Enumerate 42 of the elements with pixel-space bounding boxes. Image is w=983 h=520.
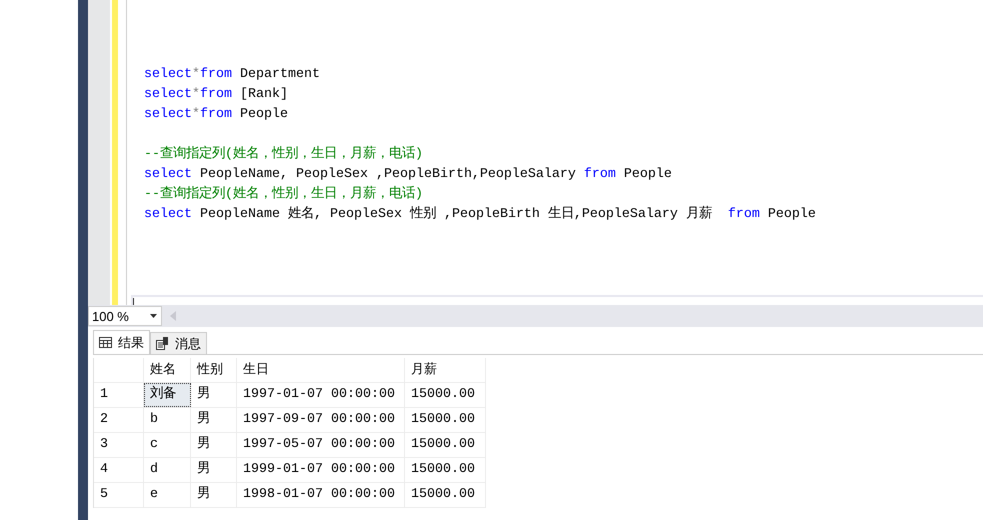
table-cell[interactable]: 15000.00 — [405, 383, 486, 407]
table-cell[interactable]: 男 — [191, 433, 237, 457]
table-cell[interactable]: 15000.00 — [405, 483, 486, 507]
table-cell[interactable]: c — [144, 433, 191, 457]
code-line: select PeopleName 姓名, PeopleSex 性别 ,PeopleBirth 生日,PeopleSalary 月薪 from People — [143, 205, 817, 224]
table-cell[interactable]: 男 — [191, 383, 237, 407]
table-cell[interactable]: 15000.00 — [405, 433, 486, 457]
column-header[interactable]: 姓名 — [144, 358, 191, 382]
table-cell[interactable]: 15000.00 — [405, 458, 486, 482]
code-line: --查询指定列(姓名，性别，生日，月薪，电话) — [143, 185, 424, 204]
code-line: select*from [Rank] — [143, 86, 289, 104]
scroll-left-icon[interactable] — [170, 311, 176, 321]
table-cell[interactable]: 1997-05-07 00:00:00 — [237, 433, 405, 457]
grid-icon — [99, 337, 112, 348]
results-tab[interactable]: 结果 — [93, 330, 150, 354]
column-header[interactable]: 性别 — [191, 358, 237, 382]
code-line: select PeopleName, PeopleSex ,PeopleBirth,PeopleSalary from People — [143, 166, 673, 184]
table-cell[interactable]: b — [144, 408, 191, 432]
row-number: 2 — [94, 408, 144, 432]
table-cell[interactable]: 男 — [191, 458, 237, 482]
column-header[interactable]: 生日 — [237, 358, 405, 382]
document-icon — [156, 337, 169, 350]
results-tab[interactable]: 消息 — [150, 332, 207, 354]
code-line: select*from Department — [143, 66, 321, 84]
code-line: select*from People — [143, 106, 289, 124]
row-number: 5 — [94, 483, 144, 507]
table-cell[interactable]: 1997-01-07 00:00:00 — [237, 383, 405, 407]
table-cell[interactable]: 男 — [191, 483, 237, 507]
zoom-dropdown[interactable]: 100 % — [88, 306, 162, 326]
column-header[interactable]: 月薪 — [405, 358, 486, 382]
table-cell[interactable]: 1998-01-07 00:00:00 — [237, 483, 405, 507]
row-number: 3 — [94, 433, 144, 457]
table-cell[interactable]: d — [144, 458, 191, 482]
table-cell[interactable]: 男 — [191, 408, 237, 432]
caret-icon — [150, 314, 157, 318]
table-cell[interactable]: 刘备 — [144, 383, 191, 407]
table-cell[interactable]: 1997-09-07 00:00:00 — [237, 408, 405, 432]
table-cell[interactable]: 15000.00 — [405, 408, 486, 432]
code-line: --查询指定列(姓名，性别，生日，月薪，电话) — [143, 145, 424, 164]
table-cell[interactable]: 1999-01-07 00:00:00 — [237, 458, 405, 482]
table-cell[interactable]: e — [144, 483, 191, 507]
row-number: 4 — [94, 458, 144, 482]
